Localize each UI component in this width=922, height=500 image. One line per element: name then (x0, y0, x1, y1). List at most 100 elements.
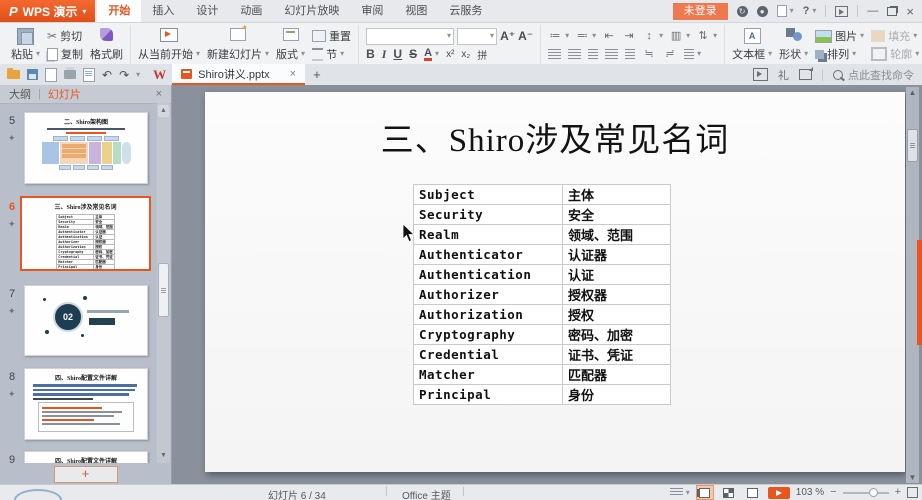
term-cell[interactable]: Subject (413, 184, 563, 205)
increase-indent-icon[interactable]: ⇥ (622, 30, 636, 42)
align-right-icon[interactable] (588, 49, 599, 59)
new-slide-button[interactable]: 新建幻灯片▾ (207, 23, 269, 62)
tab-slides[interactable]: 幻灯片 (48, 86, 81, 102)
qat-dropdown-icon[interactable]: ▾ (136, 70, 140, 79)
term-cell[interactable]: Credential (413, 344, 563, 365)
close-button[interactable]: × (906, 5, 914, 18)
translation-cell[interactable]: 密码、加密 (562, 324, 671, 345)
print-preview-icon[interactable] (83, 67, 95, 82)
font-size-select[interactable]: ▾ (457, 27, 498, 45)
subscript-button[interactable]: x₂ (461, 49, 470, 60)
normal-view-button[interactable] (695, 485, 714, 500)
reading-view-button[interactable] (744, 485, 762, 500)
notes-button[interactable]: ▾ (669, 485, 690, 500)
redo-icon[interactable]: ↷ (119, 69, 129, 81)
bold-button[interactable]: B (366, 47, 375, 61)
cut-button[interactable]: ✂ 剪切 (47, 28, 82, 44)
increase-font-button[interactable]: A⁺ (500, 29, 515, 43)
collapse-ribbon-button[interactable] (835, 3, 849, 19)
translation-cell[interactable]: 授权 (562, 304, 671, 325)
bullet-list-button[interactable]: ≔ ▾ (548, 28, 570, 44)
sync-icon[interactable]: ↻ (736, 5, 748, 17)
format-painter-button[interactable]: 格式刷 (90, 28, 123, 62)
line-spacing-button[interactable]: ↕ ▾ (642, 28, 663, 44)
tab-animation[interactable]: 动画 (229, 0, 273, 22)
picture-button[interactable]: 图片 ▾ (815, 28, 864, 44)
scroll-down-icon[interactable]: ▼ (158, 452, 169, 459)
tab-design[interactable]: 设计 (185, 0, 229, 22)
term-cell[interactable]: Principal (413, 384, 563, 405)
decrease-indent-icon[interactable]: ⇤ (602, 30, 616, 42)
zoom-out-button[interactable]: − (830, 487, 836, 498)
align-left-icon[interactable] (548, 49, 562, 59)
add-slide-button[interactable]: + (53, 465, 118, 483)
play-slideshow-button[interactable] (767, 486, 790, 499)
slide-thumbnail-6-selected[interactable]: 三、Shiro涉及常见名词 Subject 主体 Security 安全 Realm 领域… (20, 196, 151, 271)
current-slide[interactable]: 三、Shiro涉及常见名词 Subject 主体 Security 安全 Realm 领域… (205, 92, 905, 472)
font-color-button[interactable]: A ▾ (424, 46, 439, 62)
tab-slideshow[interactable]: 幻灯片放映 (273, 0, 350, 22)
translation-cell[interactable]: 身份 (562, 384, 671, 405)
close-panel-icon[interactable]: × (156, 88, 162, 100)
term-cell[interactable]: Authentication (413, 264, 563, 285)
indent-paragraph-icon[interactable]: ≒ (642, 48, 656, 60)
tab-cloud[interactable]: 云服务 (438, 0, 493, 22)
numbered-list-button[interactable]: ≕ ▾ (575, 28, 597, 44)
outdent-paragraph-icon[interactable]: ≓ (663, 48, 677, 60)
align-center-icon[interactable] (568, 49, 582, 59)
fill-button[interactable]: 填充 ▾ (871, 28, 917, 44)
login-button[interactable]: 未登录 (672, 2, 728, 20)
settings-icon[interactable]: ● (756, 5, 768, 17)
text-direction-button[interactable]: ⇅ ▾ (696, 28, 718, 44)
print-icon[interactable] (64, 67, 76, 79)
command-search[interactable]: 点此查找命令 (833, 67, 914, 83)
share-icon[interactable] (799, 67, 813, 80)
wps-logo[interactable]: P WPS 演示 ▾ (0, 0, 96, 22)
italic-button[interactable]: I (382, 47, 387, 62)
translation-cell[interactable]: 授权器 (562, 284, 671, 305)
undo-icon[interactable]: ↶ (102, 69, 112, 81)
underline-button[interactable]: U (393, 47, 402, 61)
arrange-button[interactable]: 排列 ▾ (815, 46, 856, 62)
canvas-scrollbar-thumb[interactable] (907, 129, 918, 162)
tab-insert[interactable]: 插入 (141, 0, 185, 22)
translation-cell[interactable]: 领域、范围 (562, 224, 671, 245)
slide-thumbnail-7[interactable]: 02 (24, 285, 148, 356)
slide-sorter-button[interactable] (720, 485, 738, 500)
font-name-select[interactable]: ▾ (366, 27, 455, 45)
save-icon[interactable] (27, 69, 38, 80)
translation-cell[interactable]: 安全 (562, 204, 671, 225)
reset-button[interactable]: 重置 (312, 28, 351, 44)
minimize-button[interactable]: — (867, 5, 878, 17)
open-file-icon[interactable] (7, 68, 20, 79)
skin-button[interactable]: ▾ (776, 3, 794, 19)
slideshow-icon[interactable] (753, 68, 768, 81)
tab-view[interactable]: 视图 (394, 0, 438, 22)
slide-thumbnail-5[interactable]: 二、Shiro架构图 (24, 112, 148, 184)
term-table[interactable]: Subject 主体 Security 安全 Realm 领域、范围 Authenticat… (413, 184, 671, 405)
slide-title[interactable]: 三、Shiro涉及常见名词 (205, 113, 905, 161)
translation-cell[interactable]: 主体 (562, 184, 671, 205)
scroll-up-icon[interactable]: ▲ (158, 105, 169, 117)
phonetic-button[interactable]: 拼 (477, 47, 487, 62)
new-tab-button[interactable]: + (313, 67, 321, 82)
layout-button[interactable]: 版式 ▾ (276, 28, 305, 62)
translation-cell[interactable]: 认证器 (562, 244, 671, 265)
zoom-slider[interactable] (842, 487, 889, 497)
term-cell[interactable]: Security (413, 204, 563, 225)
panel-scrollbar-thumb[interactable] (158, 263, 169, 317)
textbox-button[interactable]: A 文本框 ▾ (732, 28, 772, 62)
presentation-document-tab[interactable]: Shiro讲义.pptx × (172, 64, 306, 85)
restore-button[interactable] (887, 6, 898, 16)
tab-review[interactable]: 审阅 (350, 0, 394, 22)
term-cell[interactable]: Realm (413, 224, 563, 245)
term-cell[interactable]: Cryptography (413, 324, 563, 345)
theme-name[interactable]: Office 主题 (402, 487, 451, 500)
paste-button[interactable]: 粘贴 ▾ (11, 28, 40, 62)
panel-scrollbar[interactable]: ▲ ▼ (157, 103, 170, 463)
zoom-slider-handle[interactable] (868, 487, 878, 497)
term-cell[interactable]: Authenticator (413, 244, 563, 265)
tab-home[interactable]: 开始 (97, 0, 142, 22)
play-from-current-button[interactable]: 从当前开始 ▾ (138, 28, 200, 62)
scroll-down-icon[interactable]: ▼ (906, 473, 919, 482)
